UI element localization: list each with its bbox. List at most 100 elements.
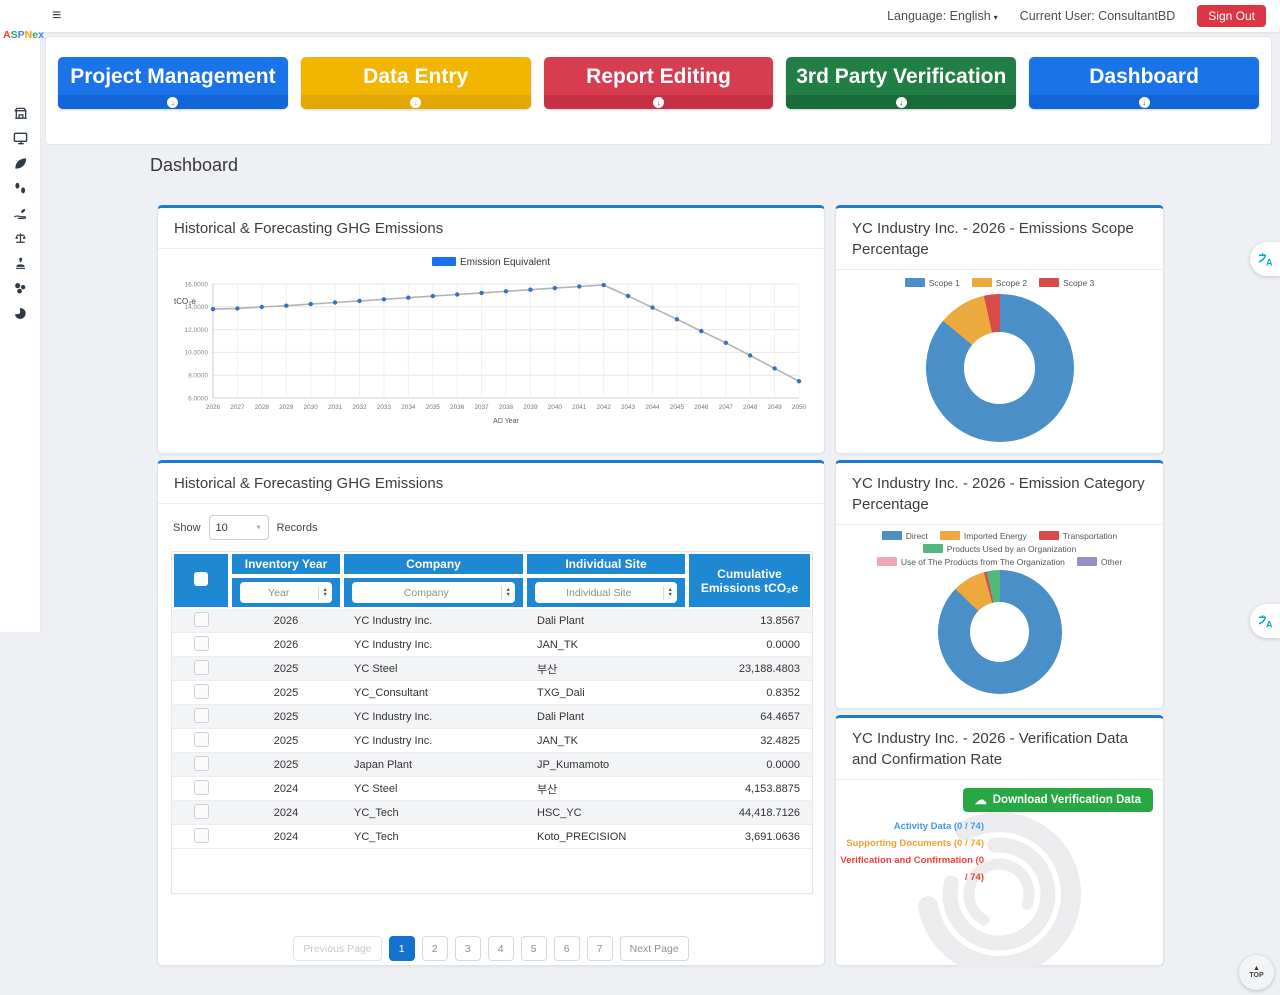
download-button-label: Download Verification Data	[992, 794, 1141, 806]
page-size-select[interactable]: 10 ▼	[208, 515, 269, 540]
legend-label: Transportation	[1062, 531, 1118, 541]
row-checkbox[interactable]	[193, 683, 209, 699]
svg-text:2041: 2041	[572, 404, 587, 411]
top-navbar: ≡ Language: English ▾ Current User: Consu…	[0, 0, 1280, 32]
aspnex-logo[interactable]: ASPNex	[3, 29, 44, 41]
arrow-down-circle-icon: ↓	[410, 96, 422, 108]
table-row: 2025 YC Steel 부산 23,188.4803	[172, 657, 812, 681]
legend-swatch	[876, 557, 897, 566]
nav-button-project-management[interactable]: Project Management ↓	[58, 57, 288, 109]
logo-letter: P	[17, 29, 25, 41]
cumulative-emissions-cell: 44,418.7126	[687, 801, 812, 825]
row-checkbox[interactable]	[193, 635, 209, 651]
cumulative-emissions-cell: 4,153.8875	[687, 777, 812, 801]
individual-site-cell: TXG_Dali	[525, 681, 687, 705]
row-checkbox[interactable]	[193, 755, 209, 771]
pie-chart-icon[interactable]	[13, 306, 28, 321]
legend-swatch	[1038, 531, 1059, 540]
building-icon[interactable]	[13, 106, 28, 121]
nav-button-3rd-party-verification[interactable]: 3rd Party Verification ↓	[786, 57, 1017, 109]
footprints-icon[interactable]	[13, 181, 28, 196]
company-filter-cell: Company ▲ ▼	[342, 576, 525, 609]
nav-button-data-entry[interactable]: Data Entry ↓	[300, 57, 531, 109]
nav-button-dashboard[interactable]: Dashboard ↓	[1029, 57, 1259, 109]
leaf-icon[interactable]	[13, 156, 28, 171]
category-chart-body: Direct Imported Energy Transportation Produ…	[836, 531, 1163, 694]
scroll-to-top-button[interactable]: ▲ TOP	[1239, 955, 1274, 990]
legend-item: Transportation	[1038, 531, 1118, 541]
sort-icon[interactable]: ▲ ▼	[662, 585, 677, 600]
monitor-icon[interactable]	[13, 131, 28, 146]
svg-text:12.0000: 12.0000	[185, 327, 209, 334]
hamburger-menu-icon[interactable]: ≡	[52, 7, 61, 25]
page-button-2[interactable]: 2	[421, 936, 448, 961]
card-title: Historical & Forecasting GHG Emissions	[158, 463, 824, 504]
nav-button-footer: ↓	[543, 95, 774, 109]
select-all-checkbox[interactable]	[194, 572, 208, 586]
company-cell: YC Industry Inc.	[342, 633, 525, 657]
download-verification-data-button[interactable]: ☁ Download Verification Data	[962, 788, 1153, 812]
sort-icon[interactable]: ▲ ▼	[317, 585, 332, 600]
company-cell: YC Steel	[342, 777, 525, 801]
company-filter-select[interactable]: Company ▲ ▼	[352, 582, 515, 603]
legend-label: Scope 2	[995, 278, 1028, 288]
arrow-down-circle-icon: ↓	[895, 96, 907, 108]
svg-text:2039: 2039	[523, 404, 538, 411]
chevron-down-icon: ▼	[255, 524, 262, 531]
sidebar-icons	[0, 32, 40, 321]
row-checkbox[interactable]	[193, 611, 209, 627]
page-button-7[interactable]: 7	[586, 936, 613, 961]
nav-button-footer: ↓	[786, 95, 1017, 109]
next-page-button[interactable]: Next Page	[619, 936, 689, 961]
row-checkbox[interactable]	[193, 779, 209, 795]
legend-item: Direct	[881, 531, 928, 541]
sort-icon[interactable]: ▲ ▼	[500, 585, 515, 600]
nav-button-report-editing[interactable]: Report Editing ↓	[543, 57, 774, 109]
previous-page-button[interactable]: Previous Page	[293, 936, 382, 961]
svg-text:2033: 2033	[377, 404, 392, 411]
translate-button[interactable]: A	[1250, 604, 1280, 638]
hand-holding-plant-icon[interactable]	[13, 206, 28, 221]
row-checkbox[interactable]	[193, 803, 209, 819]
individual-site-cell: JAN_TK	[525, 729, 687, 753]
line-chart-body: Emission Equivalent tCO₂e 6.0000 8.0000 10…	[158, 257, 824, 448]
translate-button[interactable]: A	[1250, 242, 1280, 276]
row-checkbox[interactable]	[193, 659, 209, 675]
svg-text:2034: 2034	[401, 404, 416, 411]
table-row: 2026 YC Industry Inc. Dali Plant 13.8567	[172, 609, 812, 633]
page-button-1[interactable]: 1	[388, 936, 415, 961]
table-body: 2026 YC Industry Inc. Dali Plant 13.8567 202…	[172, 609, 812, 849]
language-dropdown[interactable]: Language: English ▾	[887, 9, 998, 23]
company-cell: YC_Tech	[342, 801, 525, 825]
sign-out-button[interactable]: Sign Out	[1197, 5, 1266, 27]
stamp-icon[interactable]	[13, 256, 28, 271]
records-label: Records	[276, 521, 318, 534]
svg-text:2044: 2044	[645, 404, 660, 411]
col-header-cumulative-emissions[interactable]: Cumulative Emissions tCO₂e	[687, 552, 812, 609]
page-button-6[interactable]: 6	[553, 936, 580, 961]
table-row: 2024 YC_Tech HSC_YC 44,418.7126	[172, 801, 812, 825]
page-button-3[interactable]: 3	[454, 936, 481, 961]
inventory-year-cell: 2025	[230, 705, 342, 729]
col-header-company[interactable]: Company	[342, 552, 525, 576]
year-filter-select[interactable]: Year ▲ ▼	[240, 582, 332, 603]
svg-text:2038: 2038	[499, 404, 514, 411]
legend-item: Scope 3	[1039, 278, 1094, 288]
row-checkbox[interactable]	[193, 827, 209, 843]
col-header-individual-site[interactable]: Individual Site	[525, 552, 687, 576]
svg-text:2027: 2027	[230, 404, 245, 411]
row-checkbox[interactable]	[193, 731, 209, 747]
row-checkbox[interactable]	[193, 707, 209, 723]
row-checkbox-cell	[172, 729, 230, 753]
col-header-inventory-year[interactable]: Inventory Year	[230, 552, 342, 576]
individual-site-cell: JP_Kumamoto	[525, 753, 687, 777]
inventory-year-cell: 2025	[230, 753, 342, 777]
topbar-right-group: Language: English ▾ Current User: Consult…	[887, 5, 1266, 27]
module-nav-buttons: Project Management ↓ Data Entry ↓ Report Edi…	[46, 37, 1271, 109]
table-row: 2024 YC_Tech Koto_PRECISION 3,691.0636	[172, 825, 812, 849]
coins-icon[interactable]	[13, 281, 28, 296]
page-button-5[interactable]: 5	[520, 936, 547, 961]
site-filter-select[interactable]: Individual Site ▲ ▼	[535, 582, 677, 603]
scale-icon[interactable]	[13, 231, 28, 246]
page-button-4[interactable]: 4	[487, 936, 514, 961]
